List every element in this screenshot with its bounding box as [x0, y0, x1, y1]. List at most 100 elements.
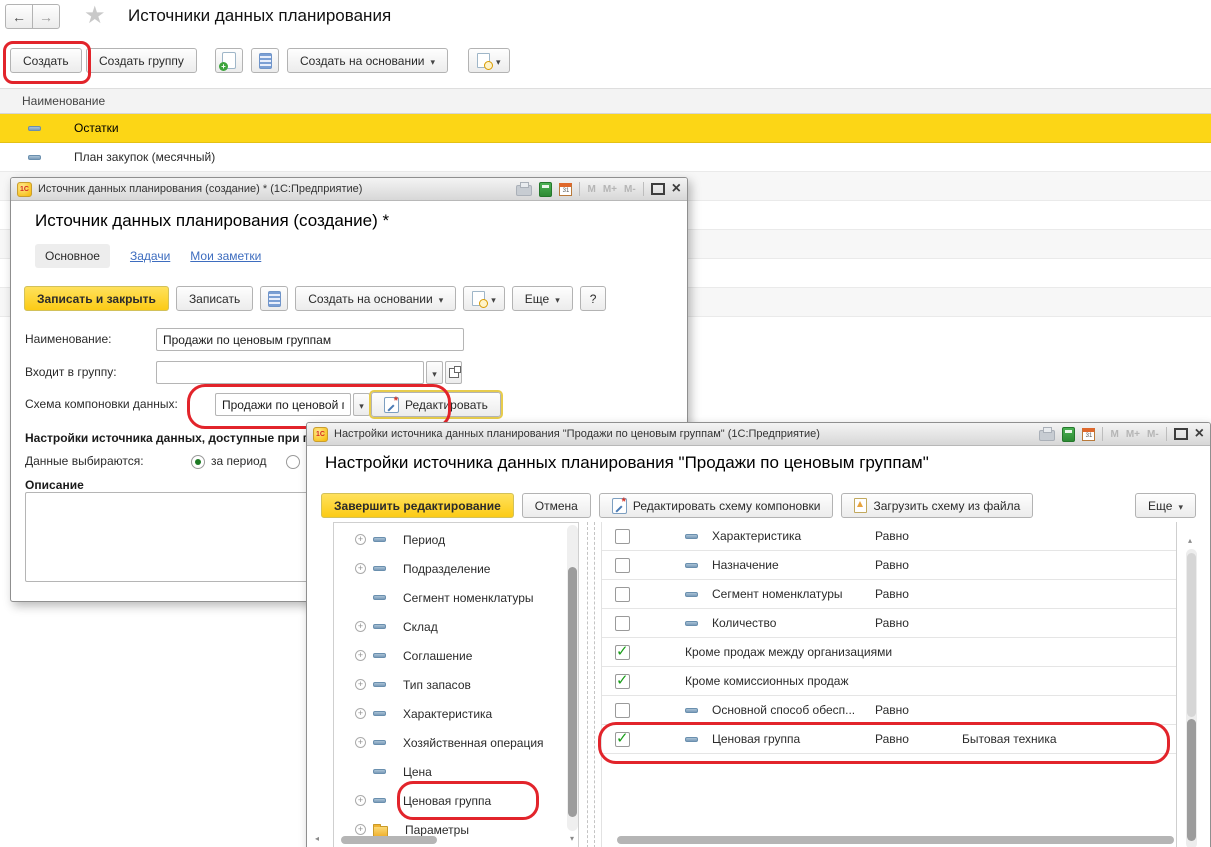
filter-row[interactable]: Основной способ обесп... Равно [602, 696, 1177, 725]
load-schema-button[interactable]: Загрузить схему из файла [841, 493, 1033, 518]
memory-mminus-button[interactable]: M- [624, 184, 636, 195]
scrollbar-thumb[interactable] [568, 567, 577, 817]
expand-plus-icon[interactable] [355, 621, 366, 632]
back-button[interactable]: ← [5, 4, 33, 29]
calendar-icon[interactable]: 31 [1082, 428, 1095, 441]
close-icon[interactable]: × [1195, 427, 1204, 441]
more-button[interactable]: Еще [1135, 493, 1196, 518]
panel-splitter[interactable] [587, 522, 588, 847]
calculator-icon[interactable] [1062, 427, 1075, 442]
history-button[interactable] [251, 48, 279, 73]
calendar-icon[interactable]: 31 [559, 183, 572, 196]
tab-my-notes[interactable]: Мои заметки [190, 249, 261, 263]
tree-item[interactable]: Хозяйственная операция [334, 728, 578, 757]
scroll-up-arrow-icon[interactable]: ▴ [1188, 537, 1192, 545]
tree-item[interactable]: Тип запасов [334, 670, 578, 699]
scroll-down-arrow-icon[interactable]: ▾ [570, 835, 574, 843]
checkbox-checked[interactable] [615, 732, 630, 747]
rows-horizontal-scrollbar-thumb[interactable] [617, 836, 1174, 844]
tree-item[interactable]: Период [334, 525, 578, 554]
filter-row-price-group[interactable]: Ценовая группа Равно Бытовая техника [602, 725, 1177, 754]
scroll-left-arrow-icon[interactable]: ◂ [315, 835, 319, 843]
print-icon[interactable] [516, 185, 532, 196]
filter-row[interactable]: Кроме комиссионных продаж [602, 667, 1177, 696]
rows-vertical-scrollbar[interactable] [1186, 549, 1197, 847]
tree-item[interactable]: Характеристика [334, 699, 578, 728]
checkbox-checked[interactable] [615, 674, 630, 689]
help-button[interactable]: ? [580, 286, 607, 311]
choose-from-list-button[interactable] [445, 361, 462, 384]
memory-m-button[interactable]: M [1110, 429, 1118, 440]
dropdown-button[interactable] [353, 393, 370, 416]
tree-item[interactable]: Соглашение [334, 641, 578, 670]
expand-plus-icon[interactable] [355, 824, 366, 835]
finish-editing-button[interactable]: Завершить редактирование [321, 493, 514, 518]
tab-tasks[interactable]: Задачи [130, 249, 170, 263]
radio-second[interactable] [286, 455, 300, 469]
filter-row[interactable]: Сегмент номенклатуры Равно [602, 580, 1177, 609]
create-button[interactable]: Создать [10, 48, 82, 73]
edit-composition-schema-button[interactable]: Редактировать схему компоновки [599, 493, 834, 518]
panel-splitter[interactable] [594, 522, 595, 847]
name-field[interactable] [156, 328, 464, 351]
maximize-icon[interactable] [1174, 428, 1188, 440]
copy-item-button[interactable] [215, 48, 243, 73]
filter-row[interactable]: Характеристика Равно [602, 522, 1177, 551]
tree-item[interactable]: Цена [334, 757, 578, 786]
tree-horizontal-scrollbar-thumb[interactable] [341, 836, 437, 844]
tree-item[interactable]: Склад [334, 612, 578, 641]
checkbox-unchecked[interactable] [615, 558, 630, 573]
list-row[interactable]: План закупок (месячный) [0, 143, 1211, 172]
tree-item[interactable]: Сегмент номенклатуры [334, 583, 578, 612]
memory-mplus-button[interactable]: M+ [1126, 429, 1140, 440]
expand-plus-icon[interactable] [355, 679, 366, 690]
expand-plus-icon[interactable] [355, 563, 366, 574]
tree-vertical-scrollbar[interactable] [567, 525, 578, 831]
scrollbar-thumb[interactable] [1187, 719, 1196, 841]
filter-row[interactable]: Назначение Равно [602, 551, 1177, 580]
checkbox-unchecked[interactable] [615, 529, 630, 544]
expand-plus-icon[interactable] [355, 534, 366, 545]
report-dropdown-button[interactable] [468, 48, 510, 73]
memory-mplus-button[interactable]: M+ [603, 184, 617, 195]
favorite-star-icon[interactable]: ★ [84, 1, 106, 30]
save-and-close-button[interactable]: Записать и закрыть [24, 286, 169, 311]
create-group-button[interactable]: Создать группу [86, 48, 197, 73]
checkbox-unchecked[interactable] [615, 703, 630, 718]
close-icon[interactable]: × [672, 182, 681, 196]
forward-button[interactable]: → [32, 4, 60, 29]
filter-row[interactable]: Количество Равно [602, 609, 1177, 638]
create-based-on-button[interactable]: Создать на основании [295, 286, 456, 311]
dropdown-button[interactable] [426, 361, 443, 384]
checkbox-checked[interactable] [615, 645, 630, 660]
maximize-icon[interactable] [651, 183, 665, 195]
history-button[interactable] [260, 286, 288, 311]
tree-item[interactable]: Подразделение [334, 554, 578, 583]
parent-group-field[interactable] [156, 361, 424, 384]
tab-main[interactable]: Основное [35, 244, 110, 268]
calculator-icon[interactable] [539, 182, 552, 197]
memory-m-button[interactable]: M [587, 184, 595, 195]
report-dropdown-button[interactable] [463, 286, 505, 311]
expand-plus-icon[interactable] [355, 650, 366, 661]
save-button[interactable]: Записать [176, 286, 253, 311]
expand-plus-icon[interactable] [355, 708, 366, 719]
expand-plus-icon[interactable] [355, 795, 366, 806]
expand-plus-icon[interactable] [355, 737, 366, 748]
tree-item-price-group[interactable]: Ценовая группа [334, 786, 578, 815]
column-header-name[interactable]: Наименование [22, 94, 105, 108]
edit-schema-button[interactable]: Редактировать [371, 392, 501, 417]
cancel-button[interactable]: Отмена [522, 493, 591, 518]
radio-period[interactable] [191, 455, 205, 469]
scrollbar-thumb[interactable] [1187, 553, 1196, 717]
filter-row[interactable]: Кроме продаж между организациями [602, 638, 1177, 667]
schema-field[interactable] [215, 393, 351, 416]
checkbox-unchecked[interactable] [615, 587, 630, 602]
create-based-on-button[interactable]: Создать на основании [287, 48, 448, 73]
list-row-selected[interactable]: Остатки [0, 114, 1211, 143]
more-button[interactable]: Еще [512, 286, 573, 311]
dialog1-titlebar[interactable]: 1С Источник данных планирования (создани… [11, 178, 687, 201]
memory-mminus-button[interactable]: M- [1147, 429, 1159, 440]
checkbox-unchecked[interactable] [615, 616, 630, 631]
print-icon[interactable] [1039, 430, 1055, 441]
